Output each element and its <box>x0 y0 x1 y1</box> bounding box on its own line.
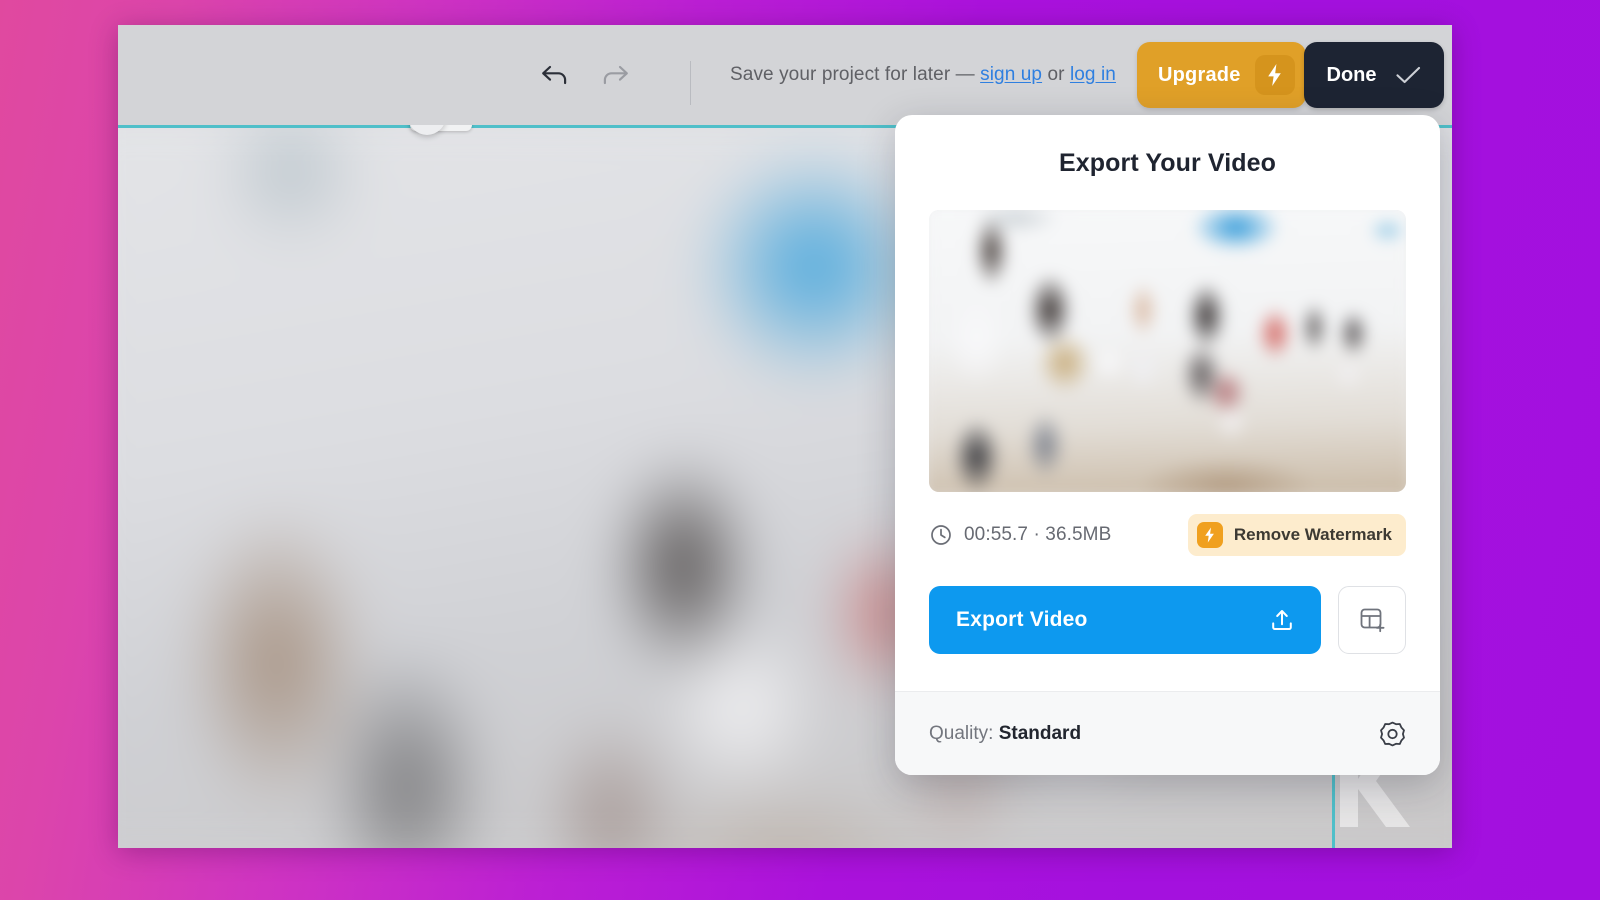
quality-label-prefix: Quality: <box>929 722 999 744</box>
redo-button[interactable] <box>598 58 632 92</box>
video-thumbnail-preview[interactable] <box>929 210 1406 492</box>
clock-icon <box>931 525 951 545</box>
quality-label: Quality: Standard <box>929 723 1081 745</box>
lightning-bolt-icon <box>1254 55 1295 95</box>
quality-value: Standard <box>998 722 1082 744</box>
thumbnail-image <box>929 210 1406 492</box>
done-button[interactable]: Done <box>1304 42 1444 108</box>
save-note-conjunction: or <box>1042 64 1070 85</box>
remove-watermark-badge[interactable]: Remove Watermark <box>1187 514 1406 556</box>
export-actions-row: Export Video <box>929 586 1406 654</box>
export-video-button[interactable]: Export Video <box>929 586 1321 654</box>
add-to-template-button[interactable] <box>1338 586 1406 654</box>
toolbar-divider <box>690 61 691 105</box>
export-video-label: Export Video <box>956 608 1088 631</box>
export-panel-title: Export Your Video <box>1058 149 1277 177</box>
video-meta-row: 00:55.7 · 36.5MB Remove Watermark <box>929 514 1406 556</box>
redo-arrow-icon <box>603 65 628 85</box>
log-in-link[interactable]: log in <box>1070 64 1116 85</box>
export-panel-body: Export Your Video 00:55.7 · 36.5MB Remov… <box>895 115 1440 691</box>
history-controls <box>538 58 632 92</box>
quality-settings-bar: Quality: Standard <box>895 691 1440 775</box>
lightning-bolt-icon <box>1196 522 1223 548</box>
remove-watermark-label: Remove Watermark <box>1233 525 1392 544</box>
sign-up-link[interactable]: sign up <box>980 64 1042 85</box>
save-project-note: Save your project for later — sign up or… <box>730 64 1116 86</box>
duration-and-size-label: 00:55.7 · 36.5MB <box>964 524 1112 545</box>
save-note-prefix: Save your project for later — <box>730 64 981 85</box>
editor-toolbar: Save your project for later — sign up or… <box>118 25 1452 125</box>
upgrade-button[interactable]: Upgrade <box>1137 42 1306 108</box>
checkmark-icon <box>1395 66 1420 84</box>
done-button-label: Done <box>1326 63 1377 86</box>
add-to-template-icon <box>1360 608 1385 633</box>
undo-arrow-icon <box>542 65 567 85</box>
undo-button[interactable] <box>538 58 572 92</box>
export-panel: Export Your Video 00:55.7 · 36.5MB Remov… <box>895 115 1440 775</box>
quality-settings-button[interactable] <box>1379 720 1406 747</box>
upload-icon <box>1272 610 1292 630</box>
page-backdrop: Save your project for later — sign up or… <box>0 0 1600 900</box>
gear-icon <box>1380 721 1405 747</box>
upgrade-button-label: Upgrade <box>1158 63 1241 86</box>
video-meta-info: 00:55.7 · 36.5MB <box>929 523 1111 547</box>
video-editor-window: Save your project for later — sign up or… <box>118 25 1452 848</box>
